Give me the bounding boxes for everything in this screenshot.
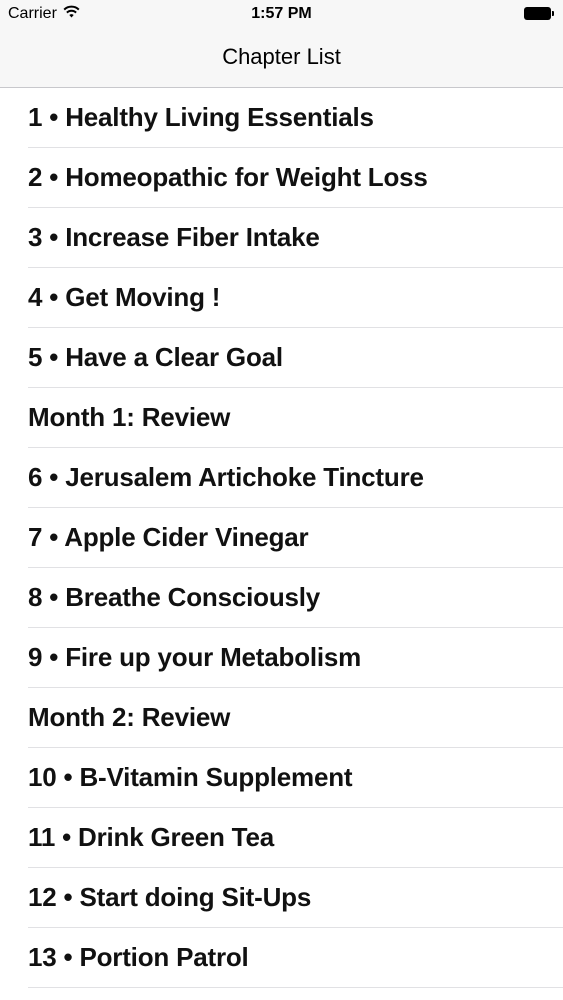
month-review-row[interactable]: Month 1: Review	[28, 388, 563, 448]
clock: 1:57 PM	[251, 5, 312, 22]
chapter-row[interactable]: 10 • B-Vitamin Supplement	[28, 748, 563, 808]
chapter-row[interactable]: 3 • Increase Fiber Intake	[28, 208, 563, 268]
chapter-label: 10 • B-Vitamin Supplement	[28, 762, 353, 792]
chapter-row[interactable]: 11 • Drink Green Tea	[28, 808, 563, 868]
chapter-label: 6 • Jerusalem Artichoke Tincture	[28, 462, 424, 492]
month-review-label: Month 2: Review	[28, 702, 231, 732]
chapter-label: 5 • Have a Clear Goal	[28, 342, 283, 372]
chapter-row[interactable]: 6 • Jerusalem Artichoke Tincture	[28, 448, 563, 508]
month-review-row[interactable]: Month 2: Review	[28, 688, 563, 748]
chapter-row[interactable]: 5 • Have a Clear Goal	[28, 328, 563, 388]
chapter-label: 3 • Increase Fiber Intake	[28, 222, 320, 252]
chapter-row[interactable]: 13 • Portion Patrol	[28, 928, 563, 988]
chapter-label: 7 • Apple Cider Vinegar	[28, 522, 309, 552]
status-bar: Carrier 1:57 PM	[0, 0, 563, 30]
chapter-label: 2 • Homeopathic for Weight Loss	[28, 162, 428, 192]
chapter-label: 13 • Portion Patrol	[28, 942, 249, 972]
chapter-list: 1 • Healthy Living Essentials 2 • Homeop…	[0, 88, 563, 988]
chapter-row[interactable]: 12 • Start doing Sit-Ups	[28, 868, 563, 928]
chapter-label: 11 • Drink Green Tea	[28, 822, 274, 852]
chapter-row[interactable]: 9 • Fire up your Metabolism	[28, 628, 563, 688]
chapter-row[interactable]: 2 • Homeopathic for Weight Loss	[28, 148, 563, 208]
chapter-row[interactable]: 4 • Get Moving !	[28, 268, 563, 328]
chapter-row[interactable]: 1 • Healthy Living Essentials	[28, 88, 563, 148]
battery-icon	[524, 7, 555, 20]
chapter-label: 8 • Breathe Consciously	[28, 582, 321, 612]
chapter-label: 12 • Start doing Sit-Ups	[28, 882, 312, 912]
navigation-bar: Chapter List	[0, 30, 563, 88]
chapter-label: 9 • Fire up your Metabolism	[28, 642, 362, 672]
chapter-label: 1 • Healthy Living Essentials	[28, 102, 374, 132]
month-review-label: Month 1: Review	[28, 402, 231, 432]
chapter-row[interactable]: 8 • Breathe Consciously	[28, 568, 563, 628]
chapter-label: 4 • Get Moving !	[28, 282, 221, 312]
page-title: Chapter List	[222, 44, 341, 69]
chapter-row[interactable]: 7 • Apple Cider Vinegar	[28, 508, 563, 568]
